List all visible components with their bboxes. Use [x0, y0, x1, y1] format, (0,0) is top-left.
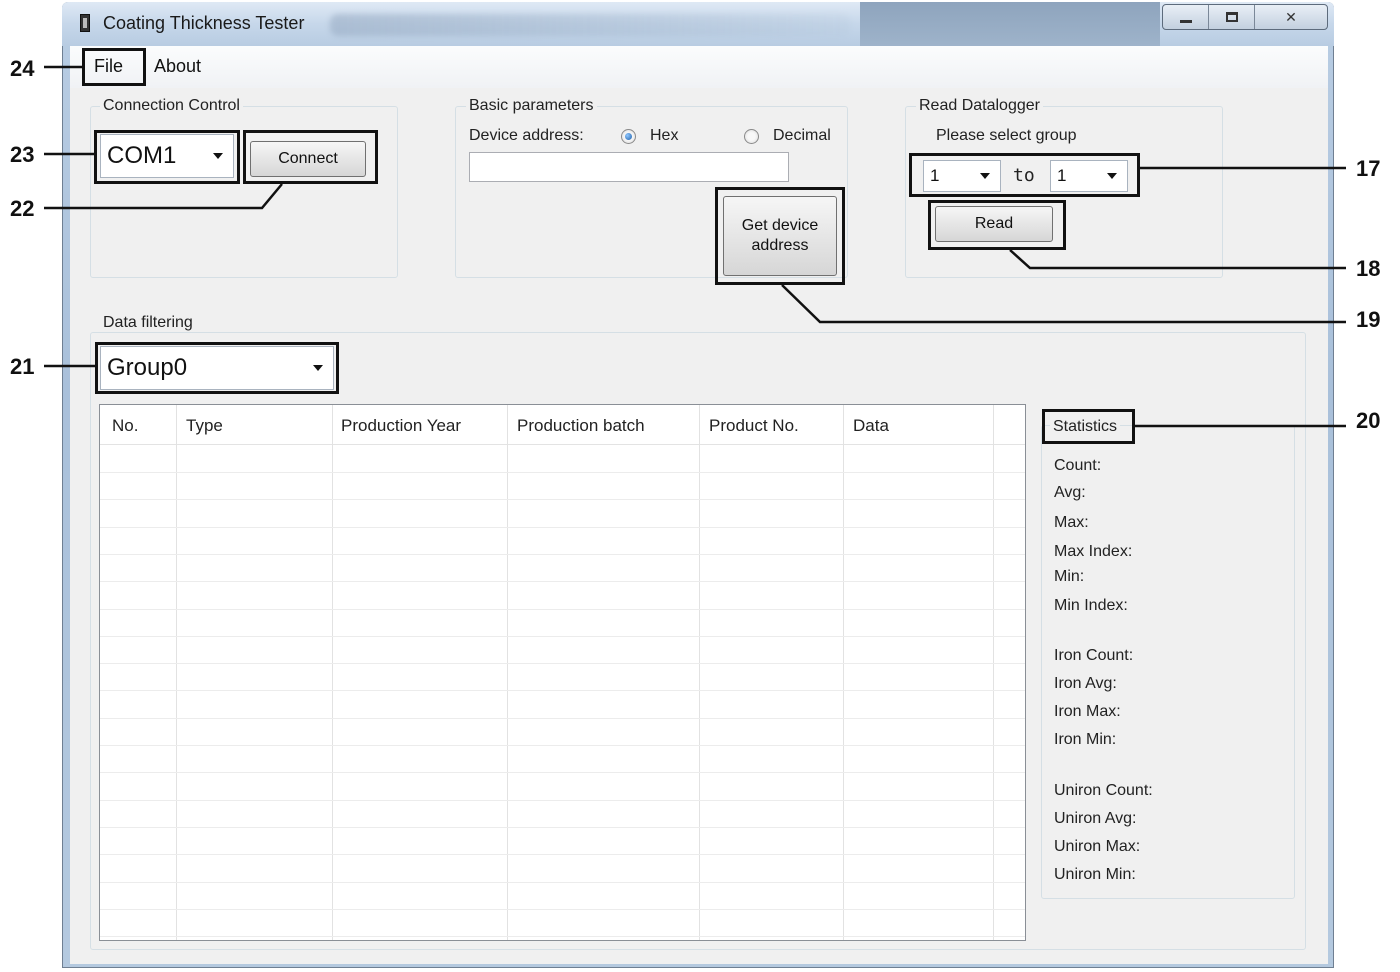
basic-parameters-title: Basic parameters [466, 97, 597, 115]
table-row [100, 581, 1025, 582]
table-row [100, 636, 1025, 637]
column-header-type[interactable]: Type [186, 416, 223, 436]
highlight-group-range [909, 153, 1140, 197]
stat-iron-count: Iron Count: [1054, 647, 1134, 664]
column-header-production-year[interactable]: Production Year [341, 416, 461, 436]
stat-iron-min: Iron Min: [1054, 731, 1117, 748]
hex-radio[interactable] [621, 129, 636, 144]
table-row [100, 609, 1025, 610]
table-row [100, 499, 1025, 500]
menu-bar [70, 46, 1328, 88]
table-row [100, 472, 1025, 473]
table-row [100, 772, 1025, 773]
column-separator [507, 405, 508, 940]
menu-about[interactable]: About [154, 56, 201, 77]
data-filtering-title: Data filtering [100, 314, 196, 332]
callout-20: 20 [1356, 408, 1381, 433]
connection-control-title: Connection Control [100, 97, 243, 115]
column-header-product-no[interactable]: Product No. [709, 416, 799, 436]
maximize-button[interactable] [1209, 5, 1255, 29]
minimize-button[interactable] [1163, 5, 1209, 29]
table-row [100, 527, 1025, 528]
data-table[interactable]: No. Type Production Year Production batc… [99, 404, 1026, 941]
stat-avg: Avg: [1054, 484, 1086, 501]
column-separator [176, 405, 177, 940]
table-row [100, 663, 1025, 664]
device-address-input[interactable] [469, 152, 789, 182]
stat-iron-avg: Iron Avg: [1054, 675, 1117, 692]
highlight-read-button [928, 200, 1066, 250]
table-row [100, 690, 1025, 691]
callout-17: 17 [1356, 156, 1381, 181]
highlight-statistics [1042, 409, 1135, 444]
column-separator [993, 405, 994, 940]
stat-iron-max: Iron Max: [1054, 703, 1121, 720]
stat-min-index: Min Index: [1054, 597, 1128, 614]
table-row [100, 882, 1025, 883]
stat-uniron-min: Uniron Min: [1054, 866, 1136, 883]
highlight-group-filter [95, 342, 339, 394]
highlight-com-port [94, 130, 240, 184]
column-separator [332, 405, 333, 940]
column-header-no[interactable]: No. [112, 416, 138, 436]
minimize-icon [1179, 19, 1192, 23]
close-icon: ✕ [1285, 8, 1297, 25]
highlight-file-menu [82, 48, 146, 86]
stat-min: Min: [1054, 568, 1085, 585]
table-row [100, 854, 1025, 855]
stat-uniron-max: Uniron Max: [1054, 838, 1141, 855]
stat-uniron-avg: Uniron Avg: [1054, 810, 1137, 827]
stat-max-index: Max Index: [1054, 543, 1133, 560]
highlight-connect-button [243, 130, 378, 184]
table-row [100, 909, 1025, 910]
stat-uniron-count: Uniron Count: [1054, 782, 1153, 799]
decimal-radio[interactable] [744, 129, 759, 144]
table-row [100, 554, 1025, 555]
maximize-icon [1225, 12, 1238, 22]
callout-24: 24 [10, 56, 35, 81]
decimal-label: Decimal [773, 127, 831, 144]
title-bar-background-blur [330, 14, 850, 36]
highlight-get-device-address [715, 187, 845, 285]
column-header-data[interactable]: Data [853, 416, 889, 436]
window-controls: ✕ [1162, 4, 1328, 30]
device-address-label: Device address: [469, 127, 584, 144]
column-header-production-batch[interactable]: Production batch [517, 416, 645, 436]
callout-22: 22 [10, 196, 35, 221]
callout-23: 23 [10, 142, 35, 167]
callout-19: 19 [1356, 307, 1381, 332]
stat-max: Max: [1054, 514, 1089, 531]
select-group-prompt: Please select group [936, 127, 1077, 144]
read-datalogger-title: Read Datalogger [916, 97, 1043, 115]
column-separator [843, 405, 844, 940]
table-header: No. Type Production Year Production batc… [100, 405, 1025, 445]
title-bar-background-dark [860, 2, 1160, 46]
table-row [100, 936, 1025, 937]
app-icon [80, 14, 90, 32]
table-row [100, 800, 1025, 801]
hex-label: Hex [650, 127, 679, 144]
stat-count: Count: [1054, 457, 1102, 474]
callout-18: 18 [1356, 256, 1381, 281]
table-row [100, 745, 1025, 746]
callout-21: 21 [10, 354, 35, 379]
table-row [100, 827, 1025, 828]
window-title: Coating Thickness Tester [103, 13, 305, 33]
close-button[interactable]: ✕ [1255, 5, 1327, 29]
table-row [100, 718, 1025, 719]
column-separator [699, 405, 700, 940]
